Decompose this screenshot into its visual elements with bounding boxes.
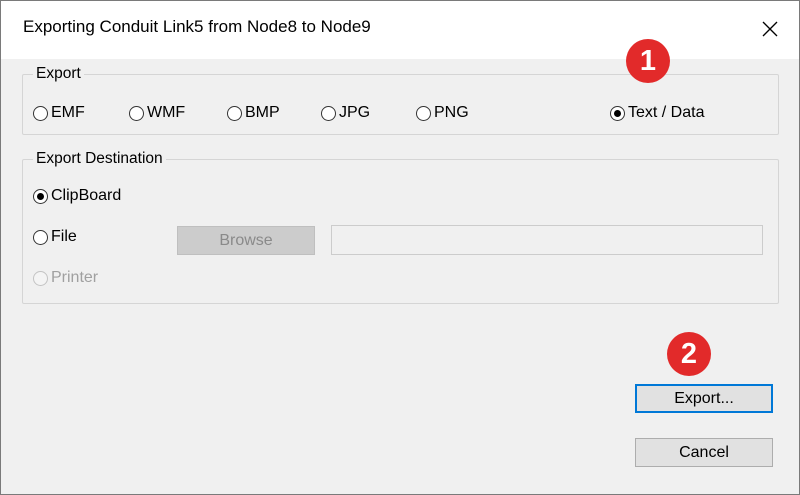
- export-button[interactable]: Export...: [635, 384, 773, 413]
- radio-label: JPG: [339, 104, 371, 121]
- radio-indicator: [33, 105, 48, 121]
- radio-label: Printer: [51, 269, 99, 286]
- radio-label: PNG: [434, 104, 469, 121]
- annotation-marker-1: 1: [626, 39, 670, 83]
- radio-jpg[interactable]: JPG: [321, 104, 370, 122]
- export-format-legend: Export: [36, 65, 81, 82]
- cancel-button[interactable]: Cancel: [635, 438, 773, 467]
- radio-file[interactable]: File: [33, 228, 77, 246]
- radio-label: ClipBoard: [51, 187, 122, 204]
- export-destination-legend: Export Destination: [36, 150, 163, 167]
- radio-indicator: [33, 270, 48, 286]
- radio-emf[interactable]: EMF: [33, 104, 85, 122]
- radio-bmp[interactable]: BMP: [227, 104, 280, 122]
- export-dialog: Exporting Conduit Link5 from Node8 to No…: [0, 0, 800, 495]
- radio-indicator: [416, 105, 431, 121]
- radio-wmf[interactable]: WMF: [129, 104, 185, 122]
- radio-indicator: [33, 229, 48, 245]
- radio-label: EMF: [51, 104, 85, 121]
- radio-label: File: [51, 228, 77, 245]
- radio-label: WMF: [147, 104, 186, 121]
- browse-button: Browse: [177, 226, 315, 255]
- radio-indicator: [610, 105, 625, 121]
- close-button[interactable]: [747, 7, 793, 51]
- file-path-field: [331, 225, 763, 255]
- dialog-title: Exporting Conduit Link5 from Node8 to No…: [23, 17, 371, 36]
- radio-clipboard[interactable]: ClipBoard: [33, 187, 121, 205]
- radio-label: Text / Data: [628, 104, 705, 121]
- radio-indicator: [33, 188, 48, 204]
- close-icon: [762, 21, 778, 37]
- radio-text-data[interactable]: Text / Data: [610, 104, 704, 122]
- export-format-group: Export: [22, 65, 779, 135]
- radio-indicator: [321, 105, 336, 121]
- radio-label: BMP: [245, 104, 280, 121]
- annotation-marker-2: 2: [667, 332, 711, 376]
- title-bar: Exporting Conduit Link5 from Node8 to No…: [1, 1, 799, 59]
- radio-printer: Printer: [33, 269, 98, 287]
- radio-png[interactable]: PNG: [416, 104, 469, 122]
- radio-indicator: [129, 105, 144, 121]
- radio-indicator: [227, 105, 242, 121]
